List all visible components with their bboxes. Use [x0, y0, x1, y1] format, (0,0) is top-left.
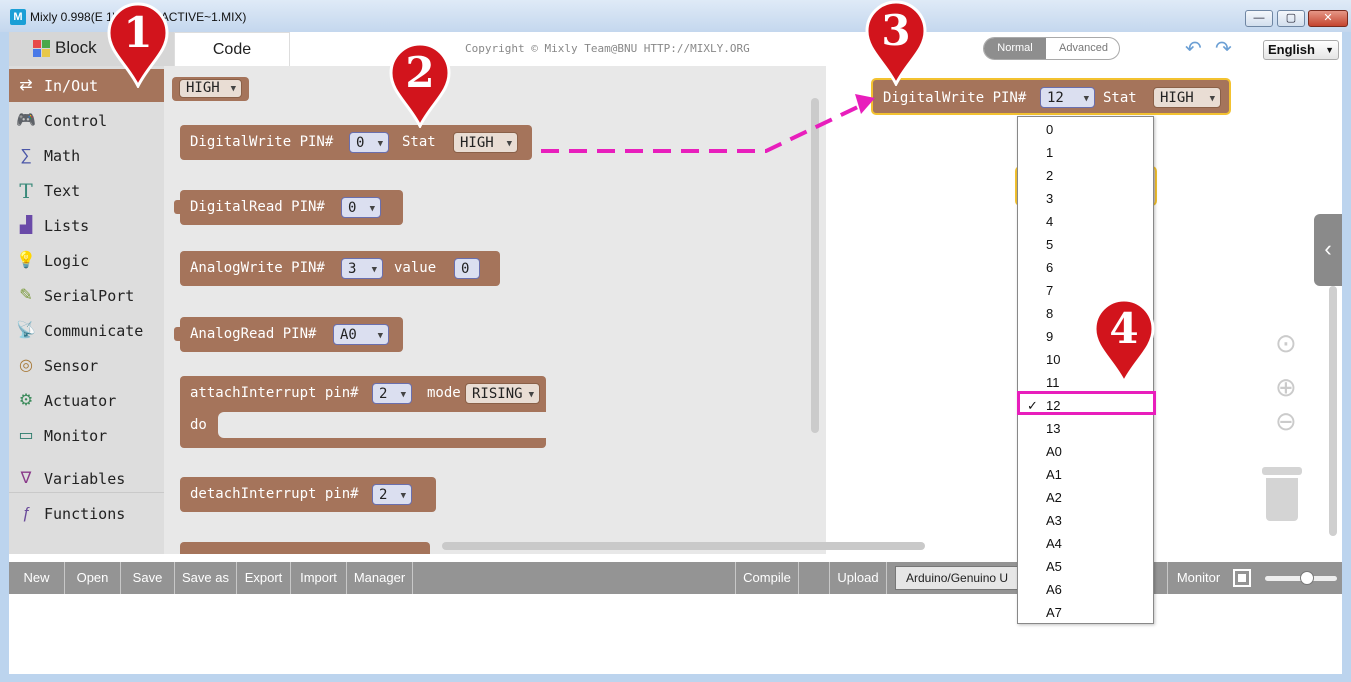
- option-label: A1: [1046, 467, 1062, 482]
- dropdown-option-a0[interactable]: A0: [1018, 440, 1153, 463]
- dropdown-option-5[interactable]: 5: [1018, 233, 1153, 256]
- open-button[interactable]: Open: [65, 562, 121, 594]
- marker-label: 2: [405, 48, 435, 97]
- chip-icon[interactable]: [1233, 569, 1251, 587]
- slider-knob[interactable]: [1300, 571, 1314, 585]
- option-label: 13: [1046, 421, 1061, 436]
- save-as-button[interactable]: Save as: [175, 562, 237, 594]
- dropdown-option-a6[interactable]: A6: [1018, 578, 1153, 601]
- monitor-button[interactable]: Monitor: [1167, 562, 1229, 594]
- board-select[interactable]: Arduino/Genuino U: [895, 566, 1030, 590]
- option-label: 4: [1046, 214, 1054, 229]
- annotation-marker-4: 4: [1091, 298, 1157, 386]
- option-label: 5: [1046, 237, 1054, 252]
- dropdown-option-a5[interactable]: A5: [1018, 555, 1153, 578]
- option-label: 8: [1046, 306, 1054, 321]
- option-label: A6: [1046, 582, 1062, 597]
- dropdown-option-0[interactable]: 0: [1018, 118, 1153, 141]
- close-button[interactable]: ✕: [1308, 10, 1348, 27]
- dropdown-option-6[interactable]: 6: [1018, 256, 1153, 279]
- option-label: 6: [1046, 260, 1054, 275]
- dropdown-option-a2[interactable]: A2: [1018, 486, 1153, 509]
- zoom-slider[interactable]: [1265, 571, 1337, 585]
- export-button[interactable]: Export: [237, 562, 291, 594]
- option-label: A2: [1046, 490, 1062, 505]
- option-label: A4: [1046, 536, 1062, 551]
- option-label: A7: [1046, 605, 1062, 620]
- option-label: 9: [1046, 329, 1054, 344]
- compile-button[interactable]: Compile: [735, 562, 799, 594]
- import-button[interactable]: Import: [291, 562, 347, 594]
- save-button[interactable]: Save: [121, 562, 175, 594]
- maximize-button[interactable]: ▢: [1277, 10, 1305, 27]
- upload-button[interactable]: Upload: [829, 562, 887, 594]
- dropdown-option-1[interactable]: 1: [1018, 141, 1153, 164]
- dropdown-option-13[interactable]: 13: [1018, 417, 1153, 440]
- annotation-marker-2: 2: [387, 42, 453, 130]
- new-button[interactable]: New: [9, 562, 65, 594]
- option-label: 7: [1046, 283, 1054, 298]
- annotation-marker-3: 3: [863, 0, 929, 88]
- dropdown-option-2[interactable]: 2: [1018, 164, 1153, 187]
- mixly-app-icon: M: [10, 9, 26, 25]
- marker-label: 3: [881, 6, 911, 55]
- minimize-button[interactable]: —: [1245, 10, 1273, 27]
- annotation-marker-1: 1: [105, 2, 171, 90]
- option-label: 0: [1046, 122, 1054, 137]
- option-label: 1: [1046, 145, 1054, 160]
- dropdown-option-a7[interactable]: A7: [1018, 601, 1153, 624]
- marker-label: 1: [123, 8, 153, 57]
- marker-label: 4: [1109, 304, 1139, 353]
- option-label: 2: [1046, 168, 1054, 183]
- dropdown-option-a3[interactable]: A3: [1018, 509, 1153, 532]
- option-label: A0: [1046, 444, 1062, 459]
- dropdown-option-a1[interactable]: A1: [1018, 463, 1153, 486]
- option-label: 3: [1046, 191, 1054, 206]
- option-label: A3: [1046, 513, 1062, 528]
- dropdown-option-4[interactable]: 4: [1018, 210, 1153, 233]
- title-bar: M Mixly 0.998(E 1\lesson7\ACTIVE~1.MIX) …: [0, 0, 1351, 32]
- option-label: 11: [1046, 375, 1060, 390]
- dropdown-option-3[interactable]: 3: [1018, 187, 1153, 210]
- dropdown-option-a4[interactable]: A4: [1018, 532, 1153, 555]
- manager-button[interactable]: Manager: [347, 562, 413, 594]
- app-client-area: Block Code Copyright © Mixly Team@BNU HT…: [9, 0, 1342, 674]
- option-label: A5: [1046, 559, 1062, 574]
- option-label: 10: [1046, 352, 1061, 367]
- selection-highlight: [1017, 391, 1156, 415]
